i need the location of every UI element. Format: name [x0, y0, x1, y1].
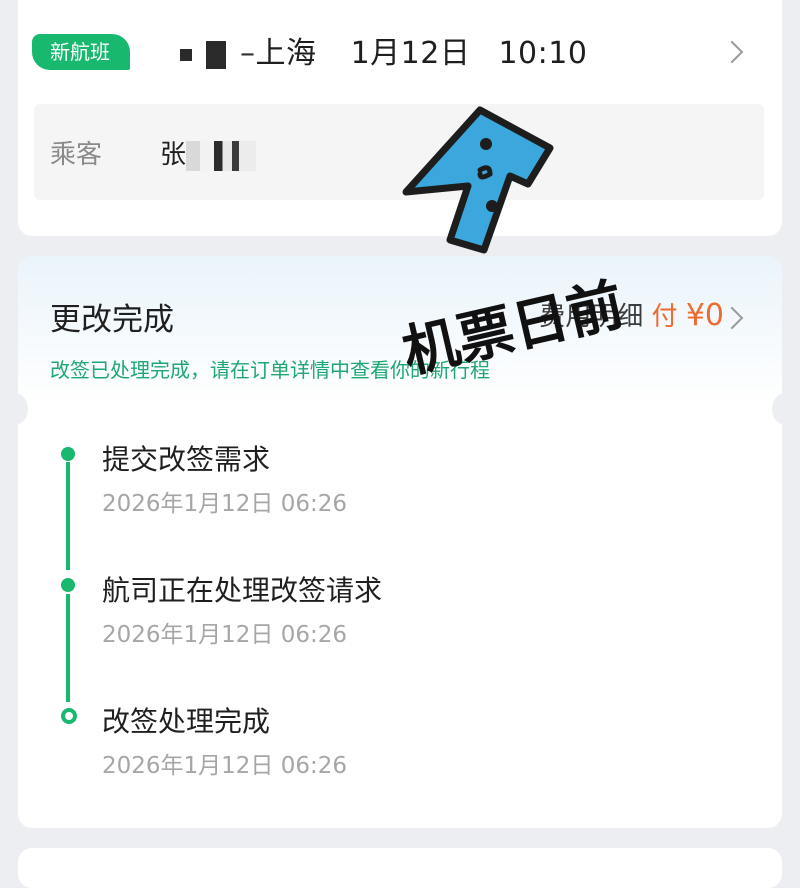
- ticket-notch-left: [6, 394, 28, 424]
- change-status-card: 更改完成 费用明细 付 ¥0 改签已处理完成，请在订单详情中查看你的新行程 提交…: [6, 256, 794, 828]
- passenger-row: 乘客 张: [34, 104, 764, 200]
- redacted-mosaic: [180, 48, 192, 61]
- destination-city: 上海: [255, 36, 317, 71]
- chevron-right-icon[interactable]: [720, 40, 744, 64]
- timeline-step-title: 改签处理完成: [102, 705, 271, 738]
- ticket-notch-right: [772, 394, 794, 424]
- passenger-name: 张: [160, 134, 257, 171]
- flight-summary: –上海 1月12日 10:10: [178, 28, 587, 72]
- timeline-step-time: 2026年1月12日 06:26: [102, 622, 348, 648]
- timeline-step-time: 2026年1月12日 06:26: [102, 491, 348, 517]
- fee-amount: ¥0: [685, 298, 724, 333]
- redacted-mosaic: [206, 40, 226, 69]
- timeline-current-dot: [61, 708, 77, 724]
- fee-prefix: 付: [651, 302, 678, 332]
- timeline-connector: [66, 462, 70, 570]
- flight-date: 1月12日: [350, 36, 471, 71]
- timeline-step-title: 航司正在处理改签请求: [102, 574, 383, 607]
- timeline-dot: [61, 578, 75, 592]
- flight-time: 10:10: [498, 36, 588, 71]
- next-card: [18, 848, 782, 888]
- status-title: 更改完成: [50, 302, 174, 338]
- timeline-step-title: 提交改签需求: [102, 443, 271, 476]
- timeline-connector: [66, 594, 70, 702]
- passenger-label: 乘客: [50, 140, 103, 170]
- route-arrow: –: [240, 36, 256, 71]
- blue-arrow-sticker-icon: [402, 106, 554, 254]
- new-flight-badge: 新航班: [32, 34, 130, 70]
- chevron-right-icon[interactable]: [720, 306, 744, 330]
- timeline-dot: [61, 447, 75, 461]
- redacted-name-mosaic: [186, 140, 257, 171]
- timeline-step-time: 2026年1月12日 06:26: [102, 753, 348, 779]
